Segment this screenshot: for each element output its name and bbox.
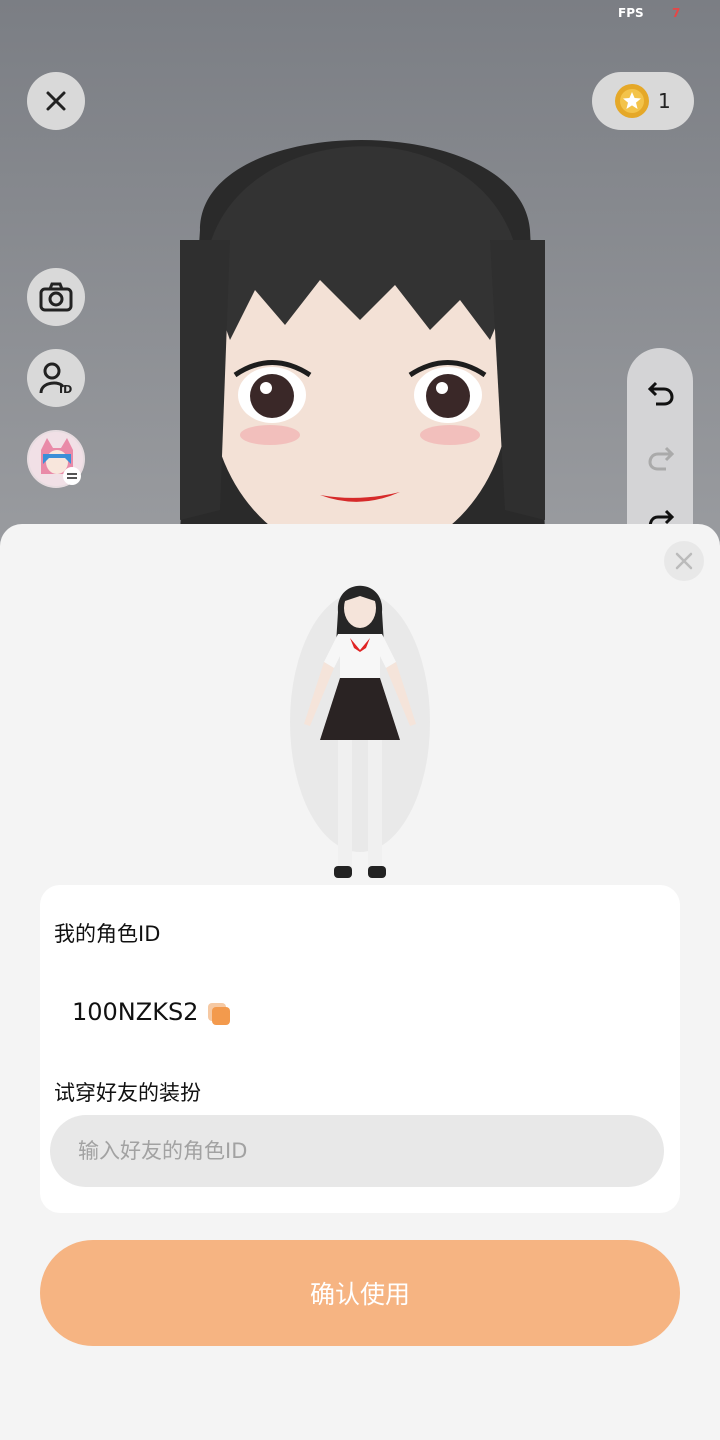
redo-icon[interactable]	[646, 443, 676, 473]
close-icon	[675, 552, 693, 570]
close-icon	[46, 91, 66, 111]
profile-id-button[interactable]: ID	[27, 349, 85, 407]
close-button[interactable]	[27, 72, 85, 130]
coin-icon	[615, 84, 649, 118]
coin-balance[interactable]: 1	[592, 72, 694, 130]
avatar-switch-button[interactable]	[27, 430, 85, 488]
avatar-switch-icon	[29, 432, 83, 486]
sheet-close-button[interactable]	[664, 541, 704, 581]
avatar-face-render	[180, 140, 545, 560]
try-on-label: 试穿好友的装扮	[54, 1081, 201, 1105]
friend-id-input[interactable]	[50, 1115, 664, 1187]
my-id-label: 我的角色ID	[54, 922, 161, 946]
fps-label: FPS	[618, 6, 644, 20]
coin-count: 1	[658, 89, 671, 113]
fps-value: 7	[672, 6, 681, 20]
avatar-full-body-preview	[290, 585, 430, 878]
undo-icon[interactable]	[646, 378, 676, 408]
svg-text:ID: ID	[59, 383, 72, 395]
copy-icon[interactable]	[207, 1002, 231, 1026]
camera-icon	[39, 282, 73, 312]
my-id-value: 100NZKS2	[72, 998, 199, 1026]
confirm-use-button[interactable]: 确认使用	[40, 1240, 680, 1346]
profile-id-icon: ID	[39, 362, 72, 395]
camera-button[interactable]	[27, 268, 85, 326]
